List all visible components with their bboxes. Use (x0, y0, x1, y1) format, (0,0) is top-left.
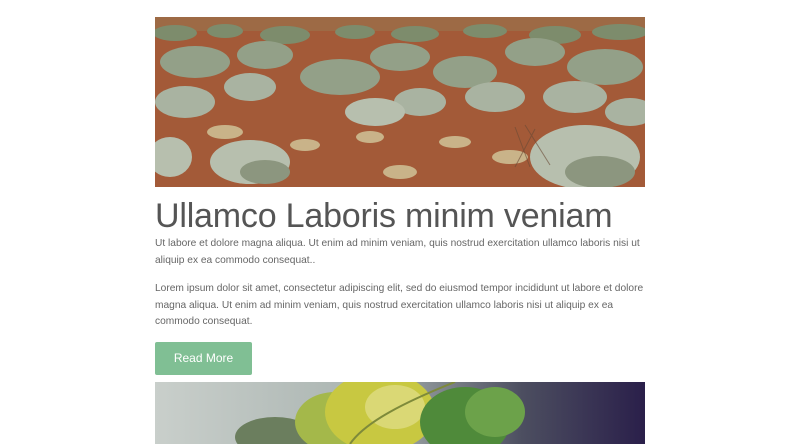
blog-post (155, 382, 645, 444)
post-image-desert[interactable] (155, 17, 645, 187)
read-more-button[interactable]: Read More (155, 341, 252, 375)
blog-post: Ullamco Laboris minim veniam Ut labore e… (155, 17, 645, 375)
post-body: Lorem ipsum dolor sit amet, consectetur … (155, 283, 644, 327)
post-image-leaves[interactable] (155, 382, 645, 444)
post-title[interactable]: Ullamco Laboris minim veniam (155, 196, 645, 236)
post-excerpt: Ut labore et dolore magna aliqua. Ut eni… (155, 238, 640, 266)
